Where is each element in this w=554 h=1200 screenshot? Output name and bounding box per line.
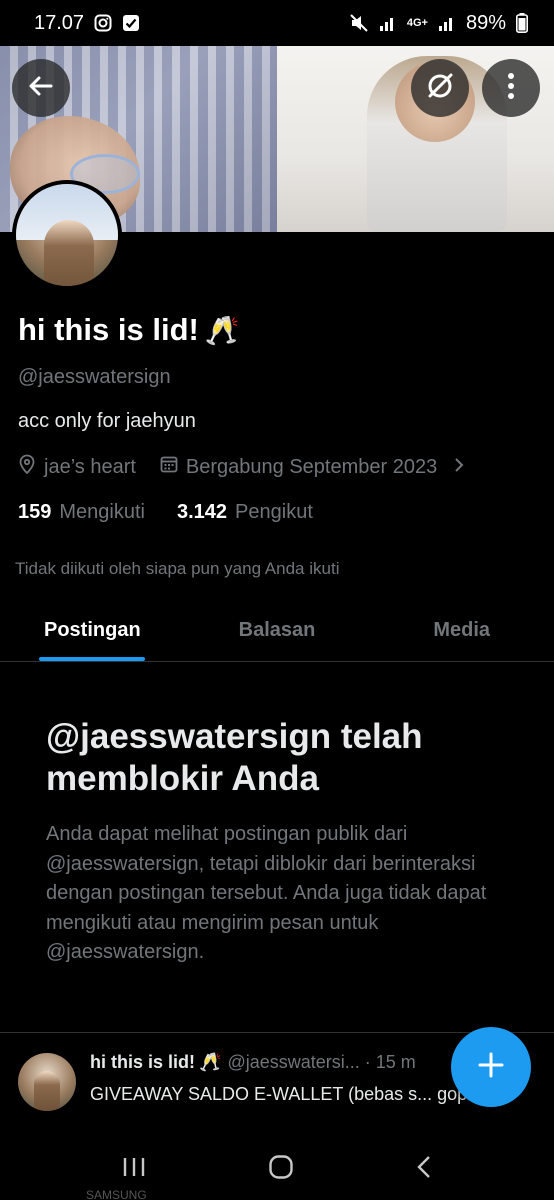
tab-replies[interactable]: Balasan (185, 600, 370, 661)
system-nav-bar (0, 1138, 554, 1200)
home-icon[interactable] (268, 1154, 294, 1185)
followers-label[interactable]: Pengikut (235, 501, 313, 524)
status-bar: 17.07 4G+ 89% (0, 0, 554, 46)
compose-button[interactable] (451, 1027, 531, 1107)
back-nav-icon[interactable] (415, 1154, 433, 1185)
post-avatar[interactable] (18, 1053, 76, 1111)
following-count[interactable]: 159 (18, 501, 51, 524)
post-author-emoji: 🥂 (199, 1052, 222, 1072)
following-label[interactable]: Mengikuti (59, 501, 145, 524)
profile-name-text: hi this is lid! (18, 312, 199, 347)
network-type: 4G+ (406, 16, 428, 29)
signal-icon (379, 14, 397, 32)
chevron-right-icon[interactable] (453, 456, 465, 479)
more-options-button[interactable] (482, 59, 540, 117)
tab-posts-label: Postingan (44, 619, 141, 641)
plus-icon (477, 1051, 505, 1084)
tab-posts[interactable]: Postingan (0, 600, 185, 661)
not-followed-note: Tidak diikuti oleh siapa pun yang Anda i… (15, 559, 340, 578)
blocked-description: Anda dapat melihat postingan publik dari… (46, 823, 487, 964)
profile-joined: Bergabung September 2023 (185, 455, 438, 478)
profile-avatar[interactable] (12, 180, 122, 290)
profile-location: jae’s heart (44, 455, 136, 478)
champagne-emoji: 🥂 (204, 314, 240, 346)
profile-bio: acc only for jaehyun (18, 410, 196, 432)
grok-icon (425, 71, 455, 106)
profile-handle: @jaesswatersign (18, 366, 171, 388)
more-icon (506, 72, 516, 105)
profile-meta: jae’s heart Bergabung September 2023 (18, 454, 465, 480)
profile-stats: 159 Mengikuti 3.142 Pengikut (18, 501, 313, 524)
tab-media[interactable]: Media (369, 600, 554, 661)
tab-media-label: Media (433, 619, 491, 641)
location-icon (18, 454, 36, 480)
device-brand-caption: SAMSUNG (86, 1188, 147, 1200)
instagram-icon (94, 14, 112, 32)
back-button[interactable] (12, 59, 70, 117)
grok-button[interactable] (411, 59, 469, 117)
battery-icon (516, 13, 528, 33)
battery-percent: 89% (465, 11, 506, 34)
mute-icon (349, 13, 369, 33)
blocked-title: @jaesswatersign telah memblokir Anda (46, 717, 423, 798)
post-text[interactable]: GIVEAWAY SALDO E-WALLET (bebas s... gopa… (90, 1082, 510, 1106)
calendar-icon (160, 455, 178, 479)
post-handle-time: @jaesswatersi... · 15 m (227, 1052, 416, 1072)
profile-tabs: Postingan Balasan Media (0, 600, 554, 662)
tab-replies-label: Balasan (238, 619, 316, 641)
back-arrow-icon (27, 72, 55, 105)
recent-apps-icon[interactable] (121, 1155, 147, 1184)
profile-name: hi this is lid! 🥂 (18, 312, 240, 348)
checkbox-notification-icon (122, 14, 140, 32)
active-tab-indicator (39, 657, 146, 661)
post-author: hi this is lid! 🥂 (90, 1052, 221, 1073)
followers-count[interactable]: 3.142 (177, 501, 227, 524)
status-time: 17.07 (34, 11, 85, 34)
signal-icon-2 (438, 14, 456, 32)
post-author-name: hi this is lid! (90, 1052, 196, 1072)
